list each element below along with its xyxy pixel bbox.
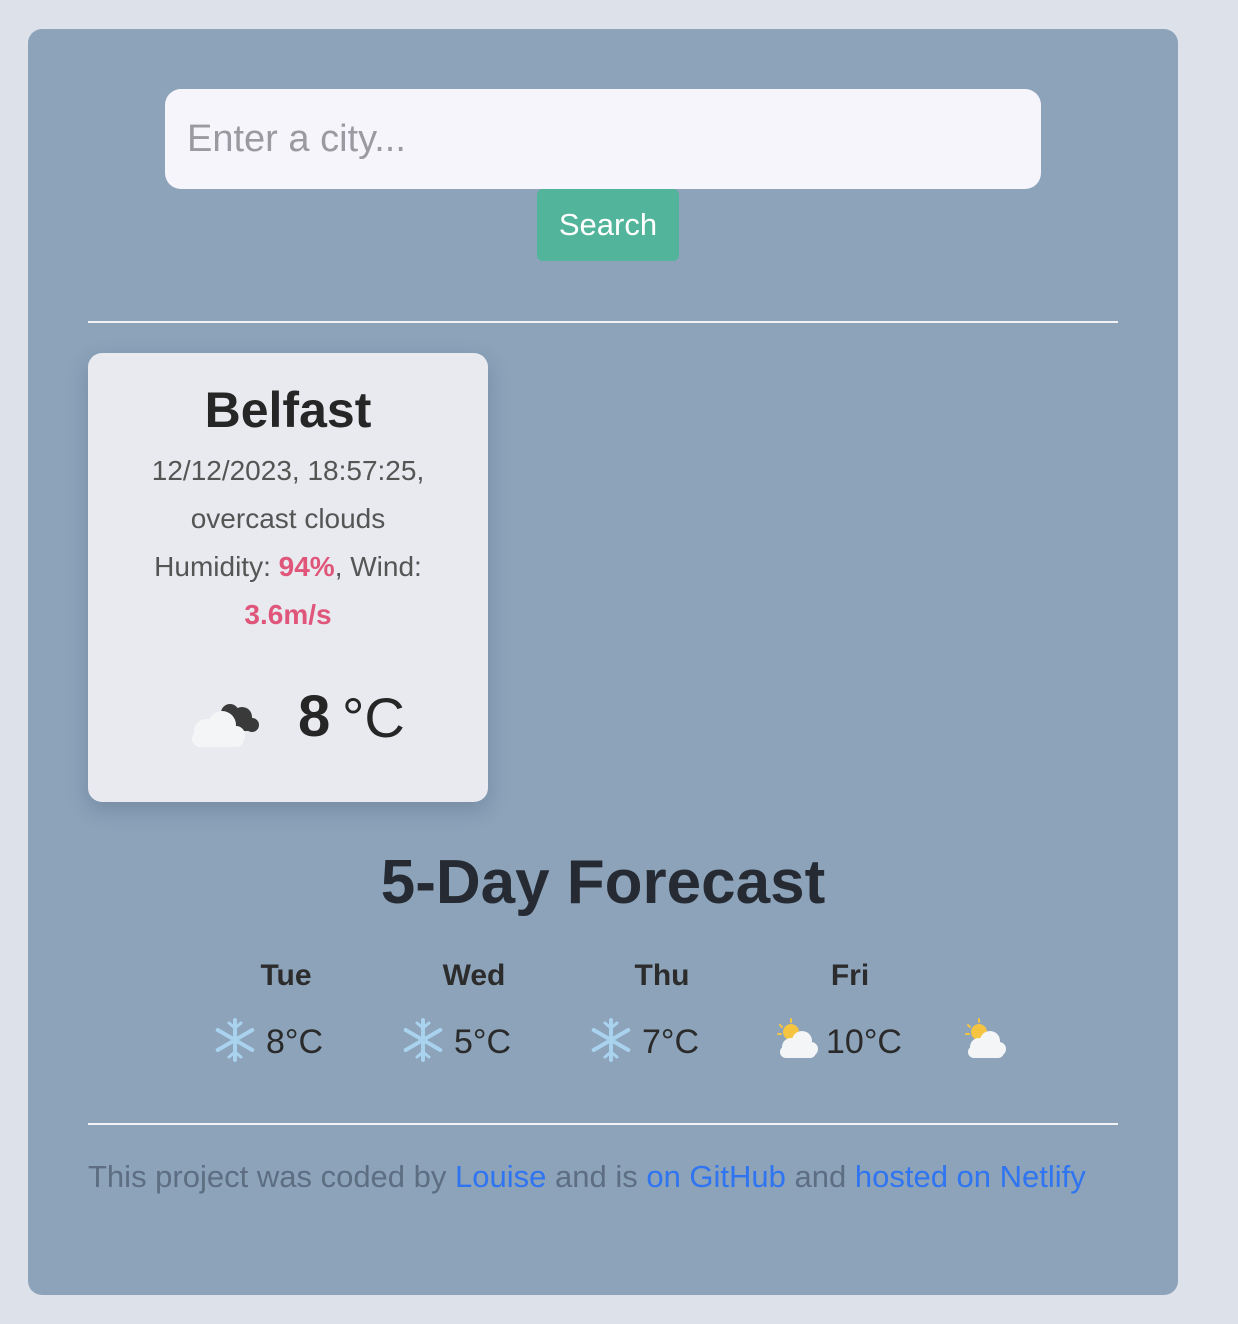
forecast-day-name: Tue: [260, 959, 312, 992]
footer-text: and is: [546, 1159, 647, 1194]
forecast-day-wed: Wed 5°C: [394, 959, 554, 1069]
forecast-day-name: Wed: [442, 959, 506, 992]
snowflake-icon: [591, 1018, 631, 1062]
footer-text: This project was coded by: [88, 1159, 456, 1194]
search-form: Search: [165, 89, 1041, 261]
current-weather-card: Belfast 12/12/2023, 18:57:25, overcast c…: [88, 353, 488, 802]
forecast-title: 5-Day Forecast: [380, 848, 826, 917]
temperature-unit: °C: [342, 686, 405, 749]
author-link[interactable]: Louise: [455, 1159, 546, 1194]
snowflake-icon: [403, 1018, 443, 1062]
forecast-temp: 7°C: [642, 1023, 700, 1061]
humidity-value: 94%: [278, 551, 335, 582]
snowflake-icon: [215, 1018, 255, 1062]
city-search-input[interactable]: [165, 89, 1041, 189]
sun-behind-cloud-icon: [777, 1018, 818, 1058]
city-name: Belfast: [204, 382, 372, 438]
forecast-temp: 10°C: [826, 1023, 902, 1061]
forecast-day-name: Fri: [830, 959, 870, 992]
forecast-day-5: [958, 959, 1118, 1069]
footer: This project was coded by Louise and is …: [88, 1159, 1128, 1195]
wind-label: , Wind:: [334, 551, 422, 582]
date-time: 12/12/2023, 18:57:25,: [151, 455, 425, 486]
netlify-link[interactable]: hosted on Netlify: [855, 1159, 1086, 1194]
forecast-day-tue: Tue 8°C: [206, 959, 366, 1069]
forecast-day-fri: Fri 10°C: [770, 959, 930, 1069]
bottom-divider: [88, 1123, 1118, 1125]
overcast-cloud-icon: [192, 704, 259, 747]
github-link[interactable]: on GitHub: [646, 1159, 786, 1194]
humidity-label: Humidity:: [154, 551, 279, 582]
weather-app: Search Belfast 12/12/2023, 18:57:25, ove…: [28, 29, 1178, 1295]
wind-value: 3.6m/s: [244, 599, 332, 630]
humidity-wind-line: Humidity: 94%, Wind:: [118, 543, 458, 591]
temperature-value: 8: [298, 684, 331, 749]
forecast-temp: 5°C: [454, 1023, 512, 1061]
sun-behind-cloud-icon: [965, 1018, 1006, 1058]
forecast-temp: 8°C: [266, 1023, 324, 1061]
weather-details: 12/12/2023, 18:57:25, overcast clouds Hu…: [118, 447, 458, 639]
forecast-day-thu: Thu 7°C: [582, 959, 742, 1069]
temperature-row: 8 °C: [88, 683, 488, 753]
weather-description: overcast clouds: [190, 503, 386, 534]
footer-text: and: [785, 1159, 855, 1194]
search-button[interactable]: Search: [537, 189, 679, 261]
top-divider: [88, 321, 1118, 323]
forecast-day-name: Thu: [634, 959, 690, 992]
